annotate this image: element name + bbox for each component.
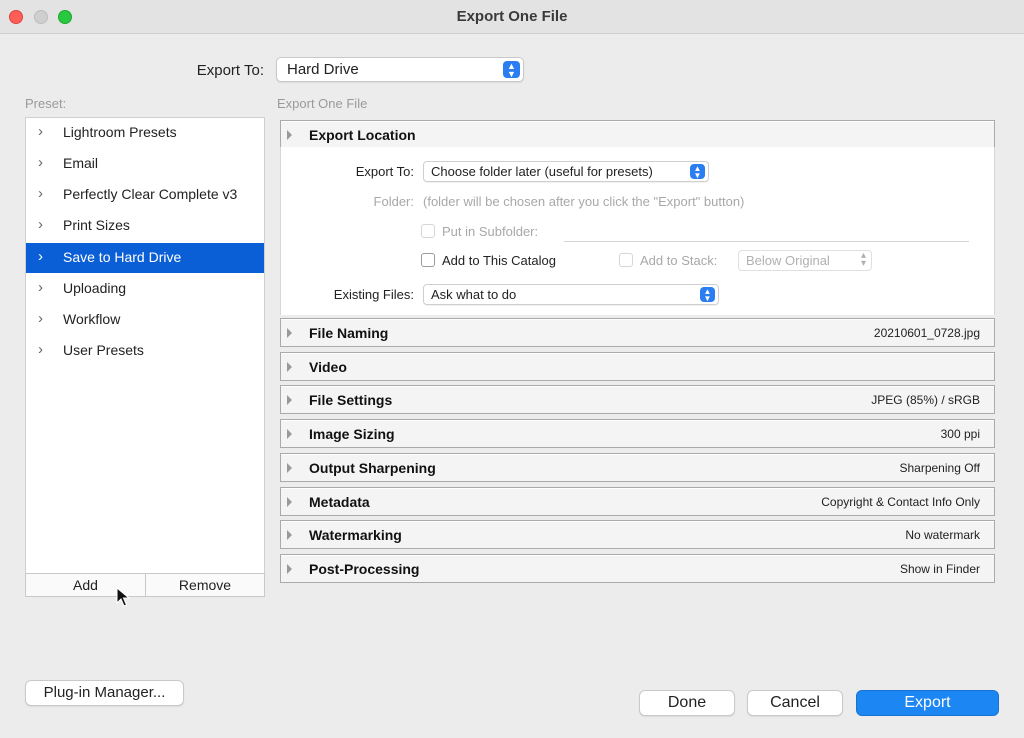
preset-label: Preset: [25, 96, 67, 111]
section-video[interactable]: Video [280, 352, 995, 381]
preset-item-uploading[interactable]: › Uploading [26, 274, 264, 304]
disclosure-triangle-icon[interactable] [287, 497, 292, 507]
section-title: Export Location [309, 127, 416, 143]
window-title: Export One File [456, 8, 568, 25]
preset-list: › Lightroom Presets › Email › Perfectly … [25, 117, 265, 574]
section-post-processing[interactable]: Post-Processing Show in Finder [280, 554, 995, 583]
chevron-right-icon[interactable]: › [38, 310, 43, 327]
section-image-sizing[interactable]: Image Sizing 300 ppi [280, 419, 995, 448]
plugin-manager-button[interactable]: Plug-in Manager... [25, 680, 184, 706]
preset-item-label: Lightroom Presets [63, 124, 177, 140]
disclosure-triangle-icon[interactable] [287, 530, 292, 540]
section-file-naming[interactable]: File Naming 20210601_0728.jpg [280, 318, 995, 347]
disclosure-triangle-icon[interactable] [287, 328, 292, 338]
chevron-right-icon[interactable]: › [38, 279, 43, 296]
section-watermarking[interactable]: Watermarking No watermark [280, 520, 995, 549]
section-title: Post-Processing [309, 561, 420, 577]
chevron-right-icon[interactable]: › [38, 341, 43, 358]
chevron-right-icon[interactable]: › [38, 154, 43, 171]
select-arrows-icon: ▲ ▼ [690, 164, 705, 180]
preset-item-label: User Presets [63, 342, 144, 358]
settings-header: Export One File [277, 96, 368, 111]
chevron-right-icon[interactable]: › [38, 248, 43, 265]
disclosure-triangle-icon[interactable] [287, 395, 292, 405]
section-summary: 20210601_0728.jpg [873, 326, 980, 340]
location-export-to-label: Export To: [355, 164, 414, 179]
title-bar: Export One File [0, 0, 1024, 34]
section-summary: 300 ppi [940, 427, 980, 441]
disclosure-triangle-icon[interactable] [287, 463, 292, 473]
section-title: Watermarking [309, 527, 402, 543]
select-arrows-icon: ▴ ▾ [860, 250, 866, 269]
folder-label: Folder: [373, 194, 414, 209]
chevron-right-icon[interactable]: › [38, 216, 43, 233]
export-to-value: Hard Drive [287, 61, 359, 78]
existing-files-select[interactable]: Ask what to do ▲ ▼ [423, 284, 719, 305]
export-to-label: Export To: [196, 62, 264, 79]
export-to-select[interactable]: Hard Drive ▲ ▼ [276, 57, 524, 82]
section-export-location[interactable]: Export Location [280, 120, 995, 149]
preset-item-email[interactable]: › Email [26, 149, 264, 179]
preset-item-label: Workflow [63, 311, 121, 327]
disclosure-triangle-icon[interactable] [287, 564, 292, 574]
add-to-catalog-checkbox[interactable] [421, 253, 435, 267]
select-arrows-icon: ▲ ▼ [700, 287, 715, 303]
existing-files-label: Existing Files: [333, 287, 414, 302]
disclosure-triangle-icon[interactable] [287, 362, 292, 372]
section-summary: No watermark [905, 528, 980, 542]
add-to-stack-checkbox[interactable] [619, 253, 633, 267]
preset-item-print-sizes[interactable]: › Print Sizes [26, 211, 264, 241]
section-file-settings[interactable]: File Settings JPEG (85%) / sRGB [280, 385, 995, 414]
preset-actions: Add Remove [25, 573, 265, 597]
add-to-catalog-label: Add to This Catalog [442, 253, 556, 268]
preset-item-label: Uploading [63, 280, 127, 296]
location-export-to-select[interactable]: Choose folder later (useful for presets)… [423, 161, 709, 182]
preset-item-perfectly-clear[interactable]: › Perfectly Clear Complete v3 [26, 180, 264, 210]
preset-item-user-presets[interactable]: › User Presets [26, 336, 264, 366]
done-button[interactable]: Done [639, 690, 735, 716]
add-to-stack-label: Add to Stack: [640, 253, 718, 268]
section-summary: Copyright & Contact Info Only [821, 495, 980, 509]
section-title: File Naming [309, 325, 389, 341]
section-metadata[interactable]: Metadata Copyright & Contact Info Only [280, 487, 995, 516]
put-in-subfolder-label: Put in Subfolder: [442, 224, 539, 239]
preset-item-lightroom-presets[interactable]: › Lightroom Presets [26, 118, 264, 148]
stack-position-select[interactable]: Below Original ▴ ▾ [738, 250, 872, 271]
put-in-subfolder-checkbox[interactable] [421, 224, 435, 238]
select-arrows-icon: ▲ ▼ [503, 61, 520, 79]
section-summary: Show in Finder [899, 562, 980, 576]
export-settings-panel: Export Location Export To: Choose folder… [277, 117, 998, 587]
location-export-to-value: Choose folder later (useful for presets) [431, 164, 653, 179]
export-button[interactable]: Export [856, 690, 999, 716]
section-output-sharpening[interactable]: Output Sharpening Sharpening Off [280, 453, 995, 482]
section-title: Video [309, 359, 347, 375]
preset-item-label: Print Sizes [63, 217, 130, 233]
stack-position-value: Below Original [746, 253, 830, 268]
preset-item-label: Email [63, 155, 99, 171]
subfolder-name-field[interactable] [564, 241, 969, 242]
disclosure-triangle-icon[interactable] [287, 429, 292, 439]
chevron-right-icon[interactable]: › [38, 123, 43, 140]
preset-item-save-to-hard-drive[interactable]: › Save to Hard Drive [26, 243, 264, 273]
preset-item-label: Perfectly Clear Complete v3 [63, 186, 238, 202]
section-title: Output Sharpening [309, 460, 436, 476]
cancel-button[interactable]: Cancel [747, 690, 843, 716]
section-summary: Sharpening Off [899, 461, 980, 475]
section-title: Image Sizing [309, 426, 395, 442]
mouse-cursor-icon [116, 587, 130, 607]
preset-item-label: Save to Hard Drive [63, 249, 182, 265]
remove-preset-button[interactable]: Remove [146, 577, 264, 593]
folder-value: (folder will be chosen after you click t… [423, 194, 745, 209]
chevron-right-icon[interactable]: › [38, 185, 43, 202]
section-summary: JPEG (85%) / sRGB [871, 393, 980, 407]
existing-files-value: Ask what to do [431, 287, 517, 302]
preset-item-workflow[interactable]: › Workflow [26, 305, 264, 335]
section-title: File Settings [309, 392, 393, 408]
section-title: Metadata [309, 494, 370, 510]
disclosure-triangle-icon[interactable] [287, 130, 292, 140]
export-location-body: Export To: Choose folder later (useful f… [280, 147, 995, 315]
